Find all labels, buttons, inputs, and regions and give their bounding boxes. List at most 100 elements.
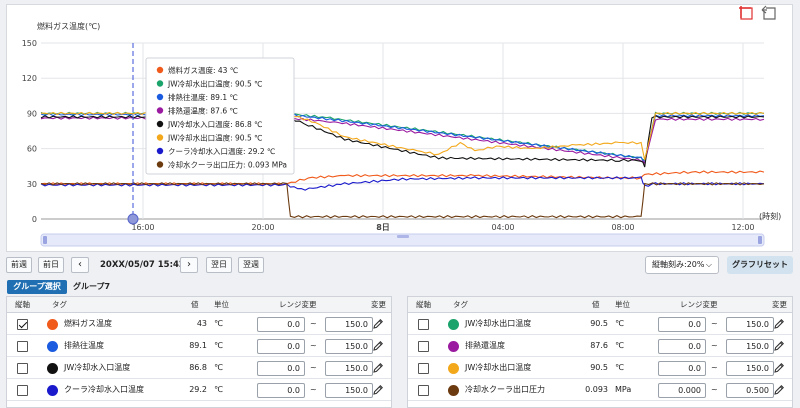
zoom-select-icon[interactable] (738, 5, 754, 21)
axis-checkbox[interactable] (418, 319, 429, 330)
tooltip-item: 燃料ガス温度: 43 ℃ (168, 65, 238, 75)
header-axis: 縦軸 (416, 300, 431, 309)
table-row: クーラ冷却水入口温度 29.2 ℃ ~ (7, 379, 391, 401)
pencil-icon[interactable] (372, 384, 384, 396)
pencil-icon[interactable] (773, 384, 785, 396)
tag-table-left: 縦軸 タグ 値 単位 レンジ変更 変更 燃料ガス温度 43 ℃ ~ 排熱往温度 89.1 ℃… (6, 296, 392, 408)
header-edit: 変更 (371, 300, 386, 309)
scale-select[interactable]: 縦軸刻み:20% ⌵ (645, 256, 719, 274)
chart-panel[interactable]: 燃料ガス温度(℃) 150 120 90 60 30 0 16:00 20:00 8日 04:0… (6, 4, 793, 252)
axis-checkbox[interactable] (418, 363, 429, 374)
table-row: 排熱還温度 87.6 ℃ ~ (408, 335, 792, 357)
range-min-input[interactable] (257, 361, 305, 376)
group-select-tab[interactable]: グループ選択 (7, 280, 67, 294)
x-tick-label: 20:00 (251, 223, 274, 232)
tooltip-item: JW冷却水出口温度: 90.5 ℃ (167, 133, 263, 143)
tooltip-item: 冷却水クーラ出口圧力: 0.093 MPa (168, 160, 287, 170)
axis-checkbox[interactable] (17, 363, 28, 374)
next-week-button[interactable]: 翌週 (238, 257, 264, 273)
y-tick-label: 90 (27, 109, 37, 118)
table-header: 縦軸 タグ 値 単位 レンジ変更 変更 (7, 297, 391, 313)
tooltip-item: クーラ冷却水入口温度: 29.2 ℃ (168, 146, 275, 156)
table-row: 燃料ガス温度 43 ℃ ~ (7, 313, 391, 335)
tooltip-item: JW冷却水出口温度: 90.5 ℃ (167, 79, 263, 89)
range-separator: ~ (310, 363, 317, 372)
table-row: JW冷却水出口温度 90.5 ℃ ~ (408, 357, 792, 379)
header-range: レンジ変更 (680, 300, 718, 309)
tooltip-legend-dot (156, 161, 164, 168)
header-range: レンジ変更 (279, 300, 317, 309)
header-value: 値 (191, 300, 199, 309)
prev-arrow-button[interactable]: ‹ (71, 257, 89, 273)
range-separator: ~ (711, 341, 718, 350)
range-max-input[interactable] (325, 339, 373, 354)
series-color-dot (47, 385, 58, 396)
tooltip-legend-dot (156, 134, 164, 141)
range-separator: ~ (310, 385, 317, 394)
group-7-tab[interactable]: グループ7 (73, 280, 110, 294)
pencil-icon[interactable] (773, 362, 785, 374)
cursor-handle[interactable] (127, 213, 139, 225)
tag-name: 冷却水クーラ出口圧力 (465, 385, 545, 394)
prev-day-button[interactable]: 前日 (38, 257, 64, 273)
range-min-input[interactable] (658, 383, 706, 398)
prev-week-button[interactable]: 前週 (6, 257, 32, 273)
range-max-input[interactable] (726, 317, 774, 332)
y-axis-title: 燃料ガス温度(℃) (37, 21, 100, 31)
pencil-icon[interactable] (372, 318, 384, 330)
header-edit: 変更 (772, 300, 787, 309)
next-arrow-button[interactable]: › (180, 257, 198, 273)
range-min-input[interactable] (658, 361, 706, 376)
y-tick-label: 30 (27, 180, 37, 189)
range-max-input[interactable] (325, 317, 373, 332)
tag-unit: ℃ (615, 319, 624, 328)
graph-reset-button[interactable]: グラフリセット (727, 256, 793, 274)
scrollbar-left-handle[interactable] (43, 236, 47, 244)
x-tick-label: 04:00 (491, 223, 514, 232)
trend-chart[interactable]: 燃料ガス温度(℃) 150 120 90 60 30 0 16:00 20:00 8日 04:0… (7, 5, 794, 253)
range-min-input[interactable] (257, 339, 305, 354)
axis-checkbox[interactable] (17, 341, 28, 352)
axis-checkbox[interactable] (17, 385, 28, 396)
pencil-icon[interactable] (773, 340, 785, 352)
scrollbar-grip[interactable] (397, 235, 409, 238)
pencil-icon[interactable] (372, 340, 384, 352)
range-max-input[interactable] (726, 339, 774, 354)
table-header: 縦軸 タグ 値 単位 レンジ変更 変更 (408, 297, 792, 313)
tag-name: JW冷却水入口温度 (64, 363, 131, 372)
range-max-input[interactable] (726, 361, 774, 376)
range-max-input[interactable] (325, 383, 373, 398)
range-max-input[interactable] (325, 361, 373, 376)
range-min-input[interactable] (257, 383, 305, 398)
tag-name: JW冷却水出口温度 (465, 319, 532, 328)
tag-unit: MPa (615, 385, 632, 394)
header-unit: 単位 (615, 300, 630, 309)
tag-unit: ℃ (615, 363, 624, 372)
x-axis-unit: (時刻) (759, 211, 781, 221)
pencil-icon[interactable] (372, 362, 384, 374)
header-tag: タグ (52, 300, 67, 309)
tooltip-item: JW冷却水入口温度: 86.8 ℃ (167, 119, 263, 129)
axis-checkbox[interactable] (418, 385, 429, 396)
restore-icon[interactable] (761, 5, 777, 21)
table-row: JW冷却水出口温度 90.5 ℃ ~ (408, 313, 792, 335)
range-min-input[interactable] (658, 317, 706, 332)
tooltip-legend-dot (156, 147, 164, 155)
y-tick-label: 150 (22, 39, 37, 48)
tag-value: 0.093 (585, 385, 608, 394)
range-max-input[interactable] (726, 383, 774, 398)
next-day-button[interactable]: 翌日 (206, 257, 232, 273)
x-tick-label: 08:00 (611, 223, 634, 232)
header-axis: 縦軸 (15, 300, 30, 309)
axis-checkbox[interactable] (418, 341, 429, 352)
pencil-icon[interactable] (773, 318, 785, 330)
trend-screen: 燃料ガス温度(℃) 150 120 90 60 30 0 16:00 20:00 8日 04:0… (0, 0, 800, 408)
scrollbar-right-handle[interactable] (758, 236, 762, 244)
range-min-input[interactable] (658, 339, 706, 354)
series-color-dot (47, 341, 58, 352)
header-unit: 単位 (214, 300, 229, 309)
axis-checkbox[interactable] (17, 319, 28, 330)
tooltip-item: 排熱還温度: 87.6 ℃ (168, 106, 238, 116)
range-min-input[interactable] (257, 317, 305, 332)
tooltip-legend-dot (156, 93, 164, 101)
